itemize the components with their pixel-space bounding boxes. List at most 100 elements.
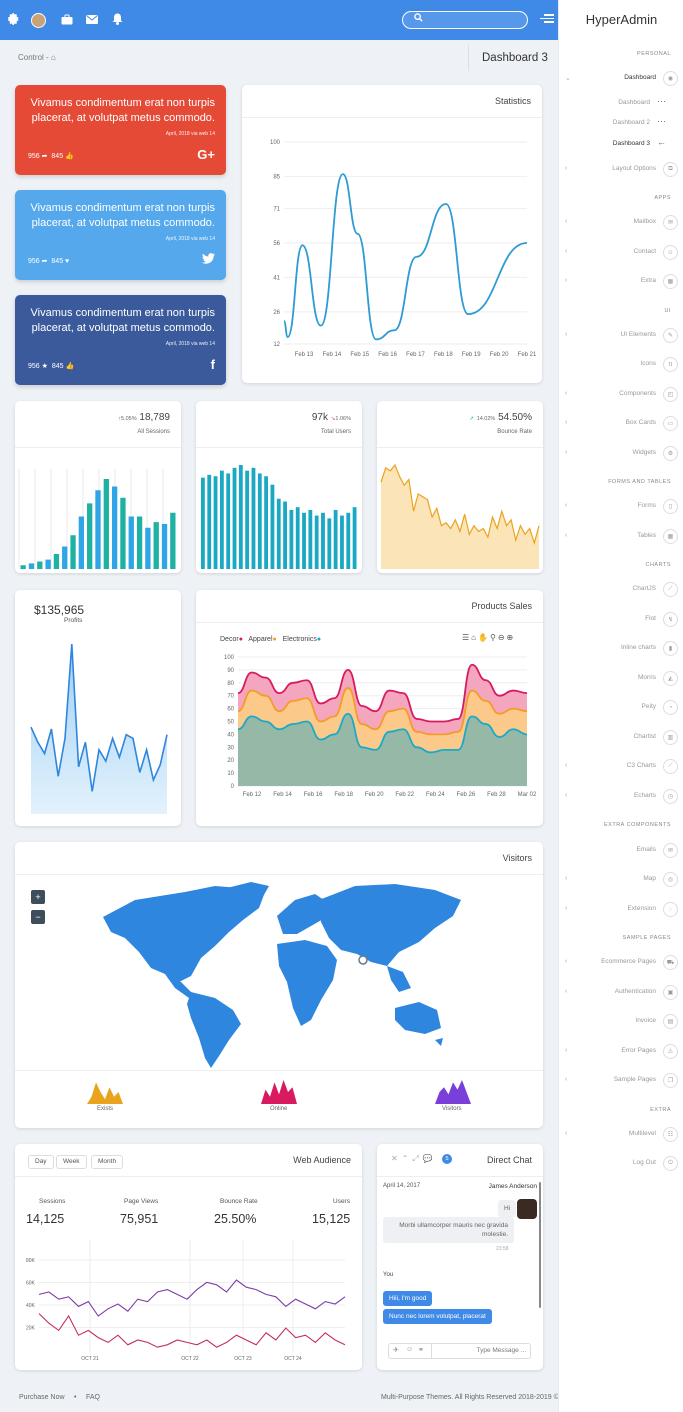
- sidebar-item-extra[interactable]: Extra ▦ ‹: [559, 274, 683, 290]
- bar: [333, 509, 338, 569]
- sidebar-item-forms[interactable]: Forms ▯ ‹: [559, 499, 683, 515]
- ext-icon: ◌: [663, 902, 678, 917]
- sidebar-item-components[interactable]: Components ◰ ‹: [559, 387, 683, 403]
- sidebar-item-echarts[interactable]: Echarts ◷ ‹: [559, 789, 683, 805]
- share-icon[interactable]: ➦: [42, 153, 48, 160]
- sidebar-item-mailbox[interactable]: Mailbox ✉ ‹: [559, 215, 683, 231]
- send-icon[interactable]: ✈: [393, 1346, 399, 1354]
- sidebar-item-contact[interactable]: Contact ☺ ‹: [559, 245, 683, 261]
- sidebar-item-morris[interactable]: Morris ◭: [559, 671, 683, 687]
- close-icon[interactable]: ✕: [391, 1154, 402, 1163]
- sidebar-item-flot[interactable]: Flot ↯: [559, 612, 683, 628]
- sidebar-item-icons[interactable]: Icons π: [559, 357, 683, 373]
- avatar[interactable]: [31, 13, 46, 28]
- post-meta: April, 2018 via web 14: [165, 131, 215, 137]
- chat-name: James Anderson: [488, 1183, 537, 1190]
- sessions-bar-chart: [18, 469, 176, 569]
- flot-icon: ↯: [663, 612, 678, 627]
- bar: [314, 515, 319, 569]
- sidebar-item-dashboard[interactable]: Dashboard ···: [559, 96, 683, 112]
- post-meta: April, 2018 via web 14: [165, 236, 215, 242]
- sidebar-item-label: Mailbox: [633, 218, 656, 225]
- heart-icon[interactable]: ♥: [65, 258, 69, 265]
- thumbs-up-icon[interactable]: 👍: [65, 363, 74, 370]
- sidebar-item-label: Morris: [637, 674, 656, 681]
- y-tick-label: 71: [273, 207, 280, 213]
- statistics-card: Statistics 12 26 41 56 71 85 100 Feb 13 Feb 14 Fe…: [242, 85, 542, 383]
- bar: [62, 546, 68, 569]
- sidebar-section-ui: UI: [664, 308, 671, 314]
- gear-icon[interactable]: [6, 12, 20, 26]
- star-icon[interactable]: ★: [42, 363, 48, 370]
- sidebar-item-inline-charts[interactable]: Inline charts ▮: [559, 641, 683, 657]
- sidebar-item-c3-charts[interactable]: C3 Charts ⟋ ‹: [559, 759, 683, 775]
- y-tick-label: 60K: [26, 1281, 36, 1287]
- bar: [251, 467, 256, 569]
- sidebar-item-layout-options[interactable]: Layout Options ⧉ ‹: [559, 162, 683, 178]
- footer-purchase-link[interactable]: Purchase Now: [19, 1394, 65, 1401]
- chat-icon[interactable]: 💬: [423, 1154, 437, 1163]
- sidebar-item-multilevel[interactable]: Multilevel ☷ ‹: [559, 1127, 683, 1143]
- facebook-icon[interactable]: f: [211, 357, 215, 372]
- box-icon: ◰: [663, 387, 678, 402]
- sidebar-item-authentication[interactable]: Authentication ▣ ‹: [559, 985, 683, 1001]
- sidebar-item-peity[interactable]: Peity ◔: [559, 700, 683, 716]
- smile-icon[interactable]: ☺: [406, 1346, 413, 1353]
- sidebar-item-dashboard[interactable]: Dashboard ◉ ⌄: [559, 71, 683, 87]
- google-plus-icon[interactable]: G+: [197, 147, 215, 162]
- menu-toggle-icon[interactable]: [540, 12, 554, 26]
- sidebar-item-ui-elements[interactable]: UI Elements ✎ ‹: [559, 328, 683, 344]
- sidebar-item-tables[interactable]: Tables ▦ ‹: [559, 529, 683, 545]
- chevron-left-icon: ‹: [565, 331, 568, 338]
- thumbs-up-icon[interactable]: 👍: [65, 153, 74, 160]
- twitter-icon[interactable]: [202, 252, 215, 267]
- bell-icon[interactable]: [110, 12, 124, 26]
- sidebar-item-label: Ecommerce Pages: [601, 958, 656, 965]
- copy-icon: ⧉: [663, 162, 678, 177]
- expand-icon[interactable]: ⤢: [412, 1154, 422, 1163]
- sidebar-item-label: Chartist: [633, 733, 656, 740]
- chat-scrollbar[interactable]: [539, 1182, 541, 1308]
- briefcase-icon[interactable]: [60, 12, 74, 26]
- sidebar-section-sample-pages: SAMPLE PAGES: [622, 935, 671, 941]
- chat-badge: 5: [442, 1154, 452, 1164]
- sidebar-item-invoice[interactable]: Invoice ▤: [559, 1014, 683, 1030]
- y-tick-label: 85: [273, 174, 280, 180]
- bar: [327, 518, 332, 569]
- sidebar-item-chartjs[interactable]: ChartJS ⟋: [559, 582, 683, 598]
- sidebar-item-ecommerce-pages[interactable]: Ecommerce Pages ⛟ ‹: [559, 955, 683, 971]
- footer-faq-link[interactable]: FAQ: [86, 1394, 100, 1401]
- home-icon[interactable]: ⌂: [51, 53, 56, 62]
- sidebar-item-map[interactable]: Map ◎ ‹: [559, 872, 683, 888]
- y-tick-label: 0: [231, 784, 235, 790]
- sidebar-item-dashboard-3[interactable]: Dashboard 3 ←: [559, 137, 683, 153]
- sidebar-item-label: ChartJS: [632, 585, 656, 592]
- sidebar-item-dashboard-2[interactable]: Dashboard 2 ···: [559, 116, 683, 132]
- sidebar-item-log-out[interactable]: Log Out ⏻: [559, 1156, 683, 1172]
- share-icon[interactable]: ➦: [42, 258, 48, 265]
- post-text: Vivamus condimentum erat non turpis plac…: [30, 307, 215, 334]
- sidebar-item-emails[interactable]: Emails ✉: [559, 843, 683, 859]
- chevron-left-icon: ‹: [565, 502, 568, 509]
- chat-input[interactable]: ✈ ☺ ⚭ Type Message ...: [388, 1343, 531, 1359]
- bar: [45, 559, 51, 569]
- card-title: Direct Chat: [486, 1155, 532, 1165]
- sidebar-item-extension[interactable]: Extension ◌ ‹: [559, 902, 683, 918]
- sidebar-item-box-cards[interactable]: Box Cards ▭ ‹: [559, 416, 683, 432]
- sidebar-item-sample-pages[interactable]: Sample Pages ❐ ‹: [559, 1073, 683, 1089]
- mail-icon[interactable]: [85, 12, 99, 26]
- x-tick-label: Feb 15: [350, 352, 369, 358]
- sidebar-item-chartist[interactable]: Chartist ▥: [559, 730, 683, 746]
- post-meta: April, 2018 via web 14: [165, 341, 215, 347]
- x-tick-label: Feb 18: [434, 352, 453, 358]
- sidebar-item-widgets[interactable]: Widgets ⚙ ‹: [559, 446, 683, 462]
- chevron-up-icon[interactable]: ⌃: [402, 1154, 413, 1163]
- sidebar-item-error-pages[interactable]: Error Pages ⚠ ‹: [559, 1044, 683, 1060]
- statistics-chart: 12 26 41 56 71 85 100 Feb 13 Feb 14 Feb 15 Feb 16 F…: [270, 140, 537, 358]
- lock-icon: ▣: [663, 985, 678, 1000]
- brand-logo[interactable]: HyperAdmin: [559, 0, 683, 40]
- attach-icon[interactable]: ⚭: [418, 1346, 424, 1354]
- x-tick-label: Feb 21: [518, 352, 537, 358]
- y-tick-label: 30: [227, 745, 234, 751]
- search-input[interactable]: [402, 11, 528, 29]
